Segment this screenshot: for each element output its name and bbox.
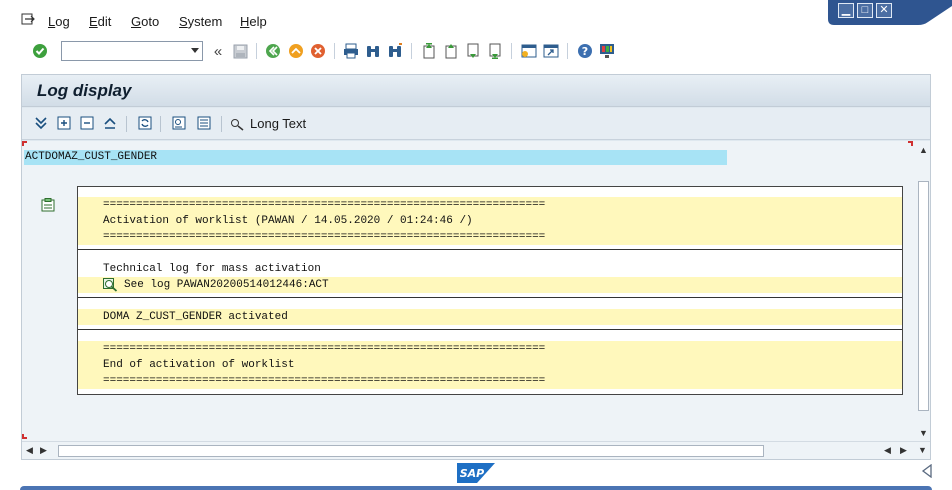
cancel-icon[interactable] — [309, 42, 327, 60]
print-icon[interactable] — [342, 42, 360, 60]
enter-checkmark-icon[interactable] — [31, 42, 49, 60]
first-page-icon[interactable] — [420, 42, 438, 60]
collapse-all-icon[interactable] — [102, 115, 118, 131]
log-messages-box: ========================================… — [77, 186, 903, 395]
scroll-down-arrow-icon[interactable]: ▼ — [918, 445, 927, 455]
toolbar-separator — [334, 43, 335, 59]
last-page-icon[interactable] — [486, 42, 504, 60]
minimize-button[interactable]: ▁ — [838, 3, 854, 18]
svg-text:?: ? — [582, 45, 588, 58]
standard-toolbar: « ? — [0, 38, 952, 64]
toolbar-separator — [160, 116, 161, 132]
log-end-activation[interactable]: End of activation of worklist — [78, 357, 902, 373]
toolbar-separator — [411, 43, 412, 59]
frame-corner-marker — [908, 141, 913, 146]
command-field[interactable] — [61, 41, 203, 61]
customize-layout-icon[interactable] — [598, 42, 616, 60]
svg-text:SAP: SAP — [460, 467, 485, 480]
history-toggle-icon[interactable]: « — [209, 42, 227, 60]
window-controls: ▁ □ ✕ — [828, 0, 952, 26]
horizontal-scrollbar[interactable]: ◀ ▶ ◀ ▶ ▼ — [22, 441, 930, 459]
maximize-button[interactable]: □ — [857, 3, 873, 18]
main-frame: Log display Long Text ACTDOMAZ_CUST_GEND… — [21, 74, 931, 460]
sap-logo: SAP — [457, 463, 495, 483]
command-dropdown-icon[interactable] — [191, 48, 199, 53]
frame-corner-marker — [22, 434, 27, 439]
log-activation-header[interactable]: Activation of worklist (PAWAN / 14.05.20… — [78, 213, 902, 229]
menu-bar: Log Edit Goto System Help ▁ □ ✕ — [0, 0, 952, 38]
log-content-area: ACTDOMAZ_CUST_GENDER ===================… — [22, 141, 917, 441]
previous-page-icon[interactable] — [442, 42, 460, 60]
menu-system-mnemonic: S — [179, 14, 188, 29]
application-toolbar: Long Text — [22, 108, 930, 140]
frame-corner-marker — [22, 141, 27, 146]
refresh-icon[interactable] — [137, 115, 153, 131]
toolbar-separator — [256, 43, 257, 59]
generate-shortcut-icon[interactable] — [542, 42, 560, 60]
menu-goto[interactable]: Goto — [131, 14, 159, 29]
help-icon[interactable]: ? — [576, 42, 594, 60]
menu-goto-mnemonic: G — [131, 14, 142, 29]
log-separator-line: ========================================… — [78, 229, 902, 245]
scroll-left-arrow-icon[interactable]: ◀ — [884, 445, 891, 456]
status-bar-toggle-icon[interactable] — [921, 464, 933, 478]
menu-system-label: ystem — [187, 14, 223, 29]
menu-help[interactable]: Help — [240, 14, 267, 29]
menu-log[interactable]: Log — [48, 14, 70, 29]
window-bottom-border — [20, 486, 932, 490]
menu-edit-label: dit — [97, 14, 112, 29]
log-separator-line: ========================================… — [78, 341, 902, 357]
log-separator-line: ========================================… — [78, 373, 902, 389]
find-icon[interactable] — [364, 42, 382, 60]
menu-enter-icon[interactable] — [21, 13, 35, 25]
vertical-scrollbar[interactable]: ▲ ▼ — [917, 141, 930, 441]
close-button[interactable]: ✕ — [876, 3, 892, 18]
scroll-left-arrow-icon[interactable]: ◀ — [26, 445, 33, 456]
menu-edit-mnemonic: E — [89, 14, 98, 29]
object-name[interactable]: ACTDOMAZ_CUST_GENDER — [25, 151, 157, 163]
toolbar-separator — [126, 116, 127, 132]
menu-help-mnemonic: H — [240, 14, 250, 29]
scroll-down-arrow-icon[interactable]: ▼ — [919, 428, 928, 438]
toolbar-separator — [567, 43, 568, 59]
scroll-up-arrow-icon[interactable]: ▲ — [919, 145, 928, 155]
exit-icon[interactable] — [287, 42, 305, 60]
log-doma-activated[interactable]: DOMA Z_CUST_GENDER activated — [78, 309, 902, 325]
see-log-link[interactable]: See log PAWAN20200514012446:ACT — [124, 277, 329, 293]
log-divider — [78, 329, 902, 330]
create-session-icon[interactable] — [520, 42, 538, 60]
find-next-icon[interactable] — [386, 42, 404, 60]
log-see-log-row[interactable]: See log PAWAN20200514012446:ACT — [78, 277, 902, 293]
menu-log-label: og — [55, 14, 70, 29]
expand-subtree-icon[interactable] — [56, 115, 72, 131]
menu-system[interactable]: System — [179, 14, 222, 29]
scroll-right-arrow-icon[interactable]: ▶ — [40, 445, 47, 456]
long-text-icon[interactable] — [229, 116, 245, 132]
menu-edit[interactable]: Edit — [89, 14, 111, 29]
log-divider — [78, 297, 902, 298]
list-icon[interactable] — [196, 115, 212, 131]
log-separator-line: ========================================… — [78, 197, 902, 213]
scroll-right-arrow-icon[interactable]: ▶ — [900, 445, 907, 456]
save-icon — [231, 42, 249, 60]
log-node-icon[interactable] — [41, 198, 55, 212]
details-icon[interactable] — [171, 115, 187, 131]
back-icon[interactable] — [264, 42, 282, 60]
magnifier-details-icon[interactable] — [103, 278, 118, 292]
menu-goto-label: oto — [141, 14, 160, 29]
long-text-button[interactable]: Long Text — [250, 116, 306, 131]
next-page-icon[interactable] — [464, 42, 482, 60]
toolbar-separator — [511, 43, 512, 59]
collapse-subtree-icon[interactable] — [79, 115, 95, 131]
menu-help-label: elp — [249, 14, 267, 29]
expand-all-icon[interactable] — [33, 115, 49, 131]
log-divider — [78, 249, 902, 250]
horizontal-scroll-thumb[interactable] — [58, 445, 764, 457]
vertical-scroll-thumb[interactable] — [918, 181, 929, 411]
log-tech-title[interactable]: Technical log for mass activation — [78, 261, 902, 277]
title-bar: Log display — [22, 75, 930, 107]
page-title: Log display — [37, 81, 132, 100]
toolbar-separator — [221, 116, 222, 132]
